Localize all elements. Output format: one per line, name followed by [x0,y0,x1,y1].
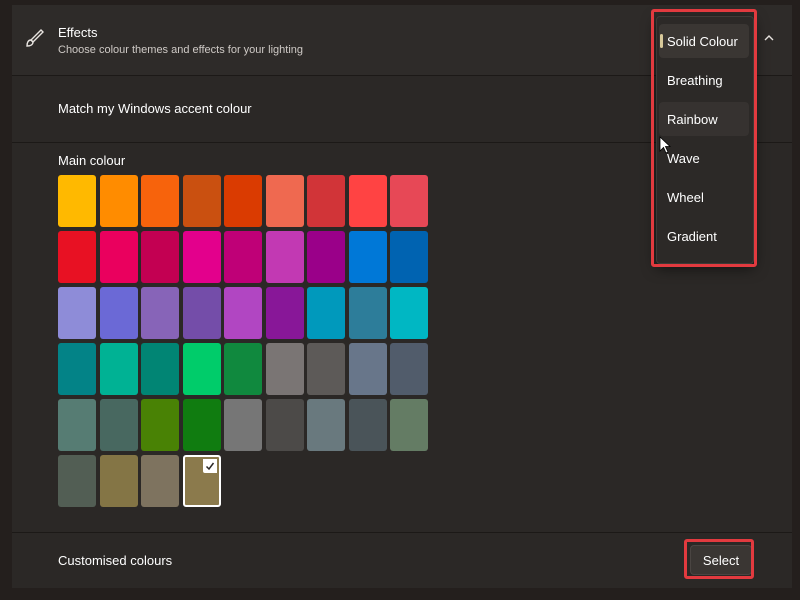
colour-swatch[interactable] [390,343,428,395]
colour-swatch[interactable] [390,175,428,227]
selection-indicator [660,34,663,48]
colour-swatch[interactable] [265,343,304,395]
dropdown-item-gradient[interactable]: Gradient [659,219,749,253]
colour-swatch[interactable] [141,175,179,227]
colour-swatch[interactable] [58,287,96,339]
colour-swatch[interactable] [141,287,179,339]
colour-swatch[interactable] [182,287,221,339]
mouse-cursor-icon [659,136,672,154]
colour-swatch[interactable] [348,399,387,451]
dropdown-item-label: Breathing [667,72,723,88]
customised-colours-row: Customised colours Select [12,532,792,588]
dropdown-item-label: Gradient [667,228,717,244]
match-accent-label: Match my Windows accent colour [58,101,252,116]
colour-swatch[interactable] [224,399,262,451]
colour-swatch[interactable] [99,231,138,283]
dropdown-item-label: Wheel [667,189,704,205]
main-colour-label: Main colour [58,153,126,168]
colour-swatch[interactable] [141,231,179,283]
colour-swatch[interactable] [390,287,428,339]
select-button[interactable]: Select [690,545,752,575]
colour-swatch[interactable] [348,287,387,339]
colour-swatch[interactable] [182,455,221,507]
dropdown-item-rainbow[interactable]: Rainbow [659,102,749,136]
colour-swatch[interactable] [141,399,179,451]
colour-swatch[interactable] [224,343,262,395]
colour-swatch[interactable] [58,175,96,227]
colour-swatch[interactable] [182,399,221,451]
colour-swatch[interactable] [99,343,138,395]
colour-swatch[interactable] [99,399,138,451]
colour-swatch[interactable] [58,455,96,507]
dropdown-item-solid-colour[interactable]: Solid Colour [659,24,749,58]
checkmark-icon [202,459,217,473]
effects-subtitle: Choose colour themes and effects for you… [58,44,303,56]
colour-swatch[interactable] [348,231,387,283]
chevron-up-icon[interactable] [762,31,776,45]
colour-swatch[interactable] [224,287,262,339]
colour-swatch[interactable] [224,231,262,283]
colour-swatch[interactable] [390,399,428,451]
colour-swatch[interactable] [307,287,345,339]
brush-icon [26,29,44,47]
colour-swatch[interactable] [182,175,221,227]
colour-swatch[interactable] [141,343,179,395]
effects-title: Effects [58,25,98,40]
colour-swatch[interactable] [99,175,138,227]
colour-swatch[interactable] [265,231,304,283]
colour-swatch[interactable] [58,399,96,451]
colour-swatch[interactable] [265,287,304,339]
colour-swatch[interactable] [182,231,221,283]
colour-swatch[interactable] [265,399,304,451]
dropdown-item-breathing[interactable]: Breathing [659,63,749,97]
dropdown-item-label: Rainbow [667,111,718,127]
colour-swatch[interactable] [58,231,96,283]
dropdown-item-label: Solid Colour [667,33,738,49]
colour-swatch[interactable] [182,343,221,395]
customised-colours-label: Customised colours [58,553,173,568]
colour-swatch[interactable] [348,343,387,395]
colour-swatch[interactable] [307,343,345,395]
colour-swatch[interactable] [99,455,138,507]
colour-swatch-grid [58,175,428,507]
colour-swatch[interactable] [265,175,304,227]
colour-swatch[interactable] [307,175,345,227]
colour-swatch[interactable] [307,231,345,283]
colour-swatch[interactable] [141,455,179,507]
colour-swatch[interactable] [224,175,262,227]
colour-swatch[interactable] [348,175,387,227]
colour-swatch[interactable] [58,343,96,395]
colour-swatch[interactable] [99,287,138,339]
colour-swatch[interactable] [307,399,345,451]
dropdown-item-wheel[interactable]: Wheel [659,180,749,214]
colour-swatch[interactable] [390,231,428,283]
